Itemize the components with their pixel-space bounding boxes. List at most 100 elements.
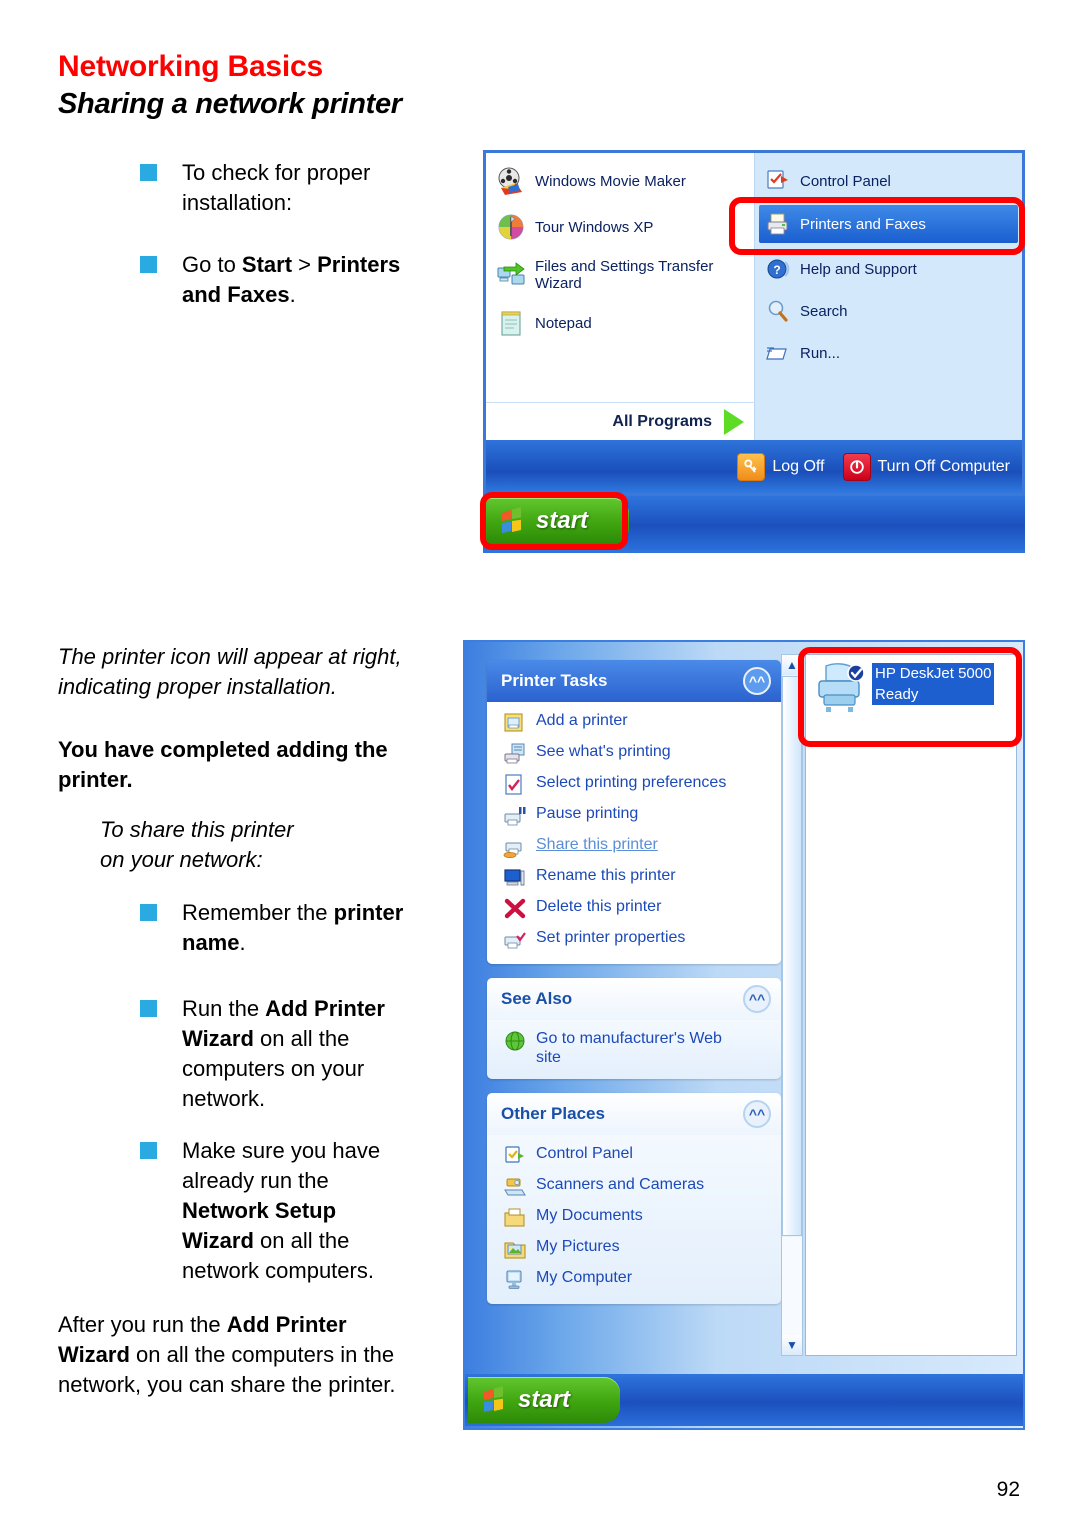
- run-icon: [765, 340, 791, 366]
- task-label: Select printing preferences: [536, 774, 727, 791]
- other-places-label: My Documents: [536, 1207, 643, 1224]
- scroll-up-arrow-icon[interactable]: ▲: [782, 655, 802, 675]
- vertical-scrollbar[interactable]: ▲ ▼: [781, 654, 803, 1356]
- start-item-help-and-support[interactable]: ? Help and Support: [759, 253, 1018, 285]
- printer-icon: [765, 211, 791, 237]
- task-label: Pause printing: [536, 805, 639, 822]
- start-item-run[interactable]: Run...: [759, 337, 1018, 369]
- printer-tasks-header[interactable]: Printer Tasks ^^: [487, 660, 781, 702]
- start-button-label: start: [518, 1386, 571, 1413]
- other-places-my-computer[interactable]: My Computer: [503, 1268, 771, 1292]
- list-item: Go to Start > Printers and Faxes.: [140, 250, 400, 310]
- chevron-right-icon: [724, 409, 744, 435]
- bullet-square-icon: [140, 1000, 157, 1017]
- task-share-this-printer[interactable]: Share this printer: [503, 835, 771, 859]
- turn-off-computer-button[interactable]: Turn Off Computer: [842, 452, 1010, 481]
- page-subtitle: Sharing a network printer: [58, 88, 402, 120]
- start-item-label: Files and Settings Transfer Wizard: [535, 258, 714, 292]
- my-computer-icon: [503, 1268, 527, 1292]
- my-documents-icon: [503, 1206, 527, 1230]
- start-item-control-panel[interactable]: Control Panel: [759, 165, 1018, 197]
- task-delete-this-printer[interactable]: Delete this printer: [503, 897, 771, 921]
- other-places-label: Control Panel: [536, 1145, 633, 1162]
- bullet-square-icon: [140, 904, 157, 921]
- other-places-control-panel[interactable]: Control Panel: [503, 1144, 771, 1168]
- start-button[interactable]: start: [486, 498, 629, 544]
- list-item: Make sure you have already run the Network…: [140, 1136, 380, 1286]
- start-item-search[interactable]: Search: [759, 295, 1018, 327]
- see-printing-icon: [503, 742, 527, 766]
- share-intro-text: To share this printer on your network:: [100, 817, 294, 872]
- task-label: Rename this printer: [536, 867, 676, 884]
- start-menu-power-bar: Log Off Turn Off Computer: [483, 440, 1025, 496]
- start-item-label: Help and Support: [800, 260, 917, 278]
- see-also-title: See Also: [501, 989, 573, 1008]
- printer-icon-caption: The printer icon will appear at right, in…: [58, 644, 402, 699]
- start-item-tour-windows-xp[interactable]: Tour Windows XP: [490, 209, 750, 245]
- see-also-manufacturer-website[interactable]: Go to manufacturer's Web site: [503, 1029, 771, 1067]
- printing-preferences-icon: [503, 773, 527, 797]
- scanner-icon: [503, 1175, 527, 1199]
- see-also-body: Go to manufacturer's Web site: [487, 1020, 781, 1079]
- task-rename-this-printer[interactable]: Rename this printer: [503, 866, 771, 890]
- completed-heading: You have completed adding the printer.: [58, 737, 388, 792]
- chevron-up-icon[interactable]: ^^: [743, 985, 771, 1013]
- task-label: Set printer properties: [536, 929, 686, 946]
- taskbar: start: [483, 496, 1025, 553]
- log-off-label: Log Off: [772, 457, 825, 475]
- chevron-up-icon[interactable]: ^^: [743, 667, 771, 695]
- bullet-square-icon: [140, 256, 157, 273]
- see-also-panel: See Also ^^ Go to manufacturer's Web sit…: [487, 978, 781, 1079]
- default-printer-check-icon: [847, 664, 865, 682]
- other-places-my-documents[interactable]: My Documents: [503, 1206, 771, 1230]
- scroll-down-arrow-icon[interactable]: ▼: [782, 1335, 802, 1355]
- start-button[interactable]: start: [468, 1377, 620, 1423]
- other-places-scanners-and-cameras[interactable]: Scanners and Cameras: [503, 1175, 771, 1199]
- start-button-label: start: [536, 507, 589, 534]
- taskbar: start: [465, 1374, 1023, 1426]
- other-places-my-pictures[interactable]: My Pictures: [503, 1237, 771, 1261]
- delete-printer-icon: [503, 897, 527, 921]
- start-item-printers-and-faxes[interactable]: Printers and Faxes: [759, 205, 1018, 243]
- task-label: Delete this printer: [536, 898, 662, 915]
- control-panel-icon: [765, 168, 791, 194]
- svg-text:?: ?: [773, 263, 780, 277]
- see-also-label: Go to manufacturer's Web site: [536, 1030, 722, 1066]
- other-places-body: Control Panel Scanners and Cameras My Do…: [487, 1135, 781, 1304]
- start-menu-screenshot: Windows Movie Maker Tour Windows XP File…: [480, 150, 1025, 553]
- task-set-printer-properties[interactable]: Set printer properties: [503, 928, 771, 952]
- other-places-label: My Pictures: [536, 1238, 620, 1255]
- all-programs-button[interactable]: All Programs: [486, 402, 754, 443]
- key-icon: [737, 452, 766, 481]
- start-item-notepad[interactable]: Notepad: [490, 305, 750, 341]
- see-also-header[interactable]: See Also ^^: [487, 978, 781, 1020]
- task-select-printing-preferences[interactable]: Select printing preferences: [503, 773, 771, 797]
- task-pause-printing[interactable]: Pause printing: [503, 804, 771, 828]
- bullet-square-icon: [140, 164, 157, 181]
- task-add-a-printer[interactable]: Add a printer: [503, 711, 771, 735]
- other-places-header[interactable]: Other Places ^^: [487, 1093, 781, 1135]
- list-item: Run the Add Printer Wizard on all the comp…: [140, 994, 385, 1114]
- start-menu-left-column: Windows Movie Maker Tour Windows XP File…: [486, 153, 754, 443]
- start-item-label: Notepad: [535, 314, 592, 332]
- task-label: See what's printing: [536, 743, 671, 760]
- bullet-text: Remember the printer name.: [182, 900, 404, 955]
- start-item-label: Search: [800, 302, 848, 320]
- printers-list-pane: HP DeskJet 5000 Ready: [805, 654, 1017, 1356]
- task-see-whats-printing[interactable]: See what's printing: [503, 742, 771, 766]
- bullet-text: Run the Add Printer Wizard on all the comp…: [182, 996, 385, 1111]
- start-item-label: Run...: [800, 344, 841, 362]
- scrollbar-track[interactable]: [782, 1237, 802, 1335]
- start-menu-panel: Windows Movie Maker Tour Windows XP File…: [483, 150, 1025, 443]
- task-label: Add a printer: [536, 712, 628, 729]
- printer-large-icon: [814, 663, 872, 715]
- chevron-up-icon[interactable]: ^^: [743, 1100, 771, 1128]
- start-item-windows-movie-maker[interactable]: Windows Movie Maker: [490, 163, 750, 199]
- start-item-files-and-settings-transfer-wizard[interactable]: Files and Settings Transfer Wizard: [490, 255, 750, 295]
- list-item: To check for proper installation:: [140, 158, 370, 218]
- printer-tasks-title: Printer Tasks: [501, 671, 608, 690]
- log-off-button[interactable]: Log Off: [737, 452, 825, 481]
- printer-list-item[interactable]: HP DeskJet 5000 Ready: [806, 655, 1016, 721]
- task-pane: Printer Tasks ^^ Add a printer See what'…: [487, 660, 781, 1318]
- scrollbar-thumb[interactable]: [782, 676, 802, 1236]
